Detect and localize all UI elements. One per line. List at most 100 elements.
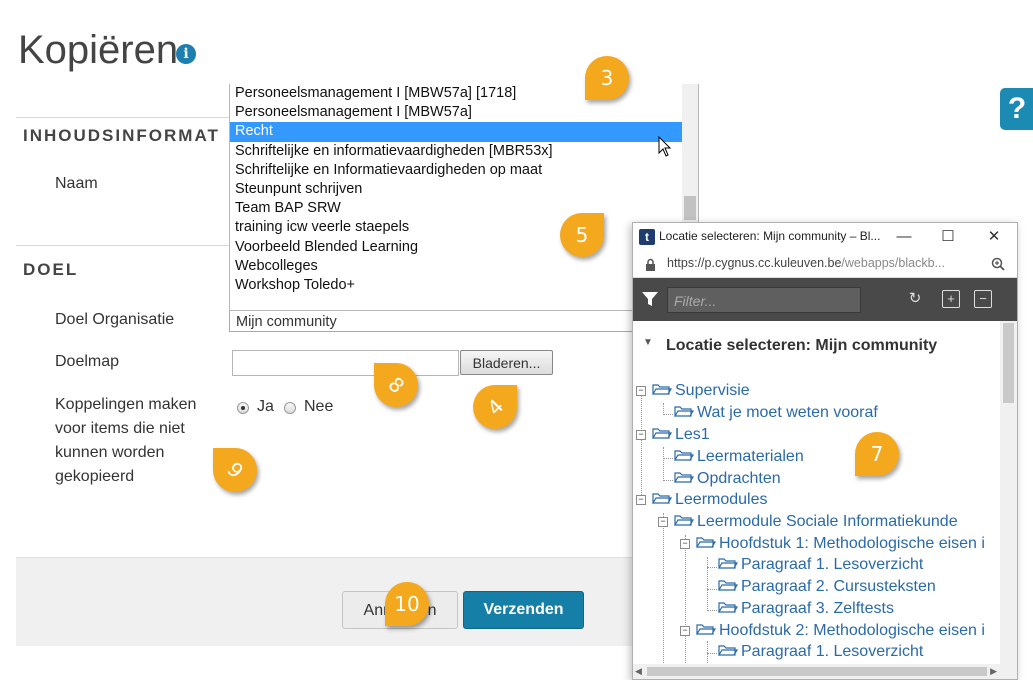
- filter-icon[interactable]: [642, 292, 658, 307]
- list-option[interactable]: Personeelsmanagement I [MBW57a] [1718]: [230, 84, 698, 103]
- close-icon[interactable]: ✕: [979, 226, 1009, 248]
- list-option[interactable]: training icw veerle staepels: [230, 218, 698, 237]
- list-option[interactable]: Personeelsmanagement I [MBW57a]: [230, 103, 698, 122]
- radio-no-label: Nee: [304, 398, 334, 415]
- folder-icon: [652, 428, 672, 439]
- popup-vertical-scroll-thumb[interactable]: [1003, 323, 1014, 403]
- maximize-icon[interactable]: ☐: [933, 226, 963, 248]
- tree-item[interactable]: Hoofdstuk 2: Methodologische eisen i: [696, 621, 985, 641]
- popup-horizontal-scroll-thumb[interactable]: [647, 667, 987, 676]
- radio-yes-label: Ja: [257, 398, 274, 415]
- tree-line: [707, 653, 717, 654]
- tree-item[interactable]: Paragraaf 3. Zelftests: [718, 599, 894, 619]
- list-option[interactable]: Team BAP SRW: [230, 199, 698, 218]
- url-host: https://p.cygnus.cc.kuleuven.be: [667, 256, 842, 270]
- lock-icon: [646, 258, 655, 271]
- submit-button[interactable]: Verzenden: [463, 591, 584, 629]
- divider: [16, 117, 231, 118]
- callout-badge: 8: [374, 363, 418, 407]
- expand-all-icon[interactable]: +: [942, 290, 960, 308]
- tree-item-label: Leermodule Sociale Informatiekunde: [697, 513, 958, 530]
- list-option-selected[interactable]: Recht: [230, 122, 698, 142]
- folder-label: Doelmap: [55, 353, 120, 370]
- folder-icon: [718, 558, 738, 569]
- radio-no[interactable]: [284, 402, 296, 414]
- tree-item[interactable]: Leermodule Sociale Informatiekunde: [674, 512, 958, 532]
- tree-item[interactable]: Paragraaf 1. Lesoverzicht: [718, 642, 923, 662]
- popup-toolbar: Filter... ↻ + −: [633, 278, 1017, 321]
- tree-line: [707, 589, 717, 590]
- filter-input[interactable]: Filter...: [667, 287, 861, 313]
- tree-toggle[interactable]: −: [636, 495, 646, 505]
- scroll-right-icon[interactable]: ▶: [990, 666, 997, 677]
- refresh-icon[interactable]: ↻: [906, 290, 924, 308]
- list-option[interactable]: Schriftelijke en Informatievaardigheden …: [230, 161, 698, 180]
- tree-line: [707, 610, 717, 611]
- tree-line: [707, 557, 708, 611]
- tree-item-label: Wat je moet weten vooraf: [697, 404, 878, 421]
- tree-toggle[interactable]: −: [636, 430, 646, 440]
- heading-caret-icon[interactable]: ▼: [643, 337, 653, 348]
- links-label-line: kunnen worden: [55, 444, 165, 461]
- tree-item[interactable]: Supervisie: [652, 381, 750, 401]
- links-label: Koppelingen maken voor items die niet ku…: [55, 393, 196, 489]
- list-option[interactable]: Workshop Toledo+: [230, 276, 698, 295]
- minimize-icon[interactable]: —: [889, 226, 919, 248]
- tree-item-label: Paragraaf 1. Lesoverzicht: [741, 643, 924, 660]
- folder-icon: [696, 537, 716, 548]
- tree-toggle[interactable]: −: [636, 386, 646, 396]
- callout-number: 3: [600, 66, 614, 90]
- tree-line: [641, 391, 642, 501]
- course-listbox[interactable]: Personeelsmanagement I [MBW57a] [1718] P…: [229, 84, 699, 311]
- zoom-icon[interactable]: [991, 257, 1005, 271]
- tree-line: [707, 567, 717, 568]
- tree-line: [663, 447, 664, 481]
- links-label-line: voor items die niet: [55, 420, 185, 437]
- tree-item[interactable]: Paragraaf 2. Cursusteksten: [718, 577, 936, 597]
- location-popup-window[interactable]: t Locatie selecteren: Mijn community – B…: [632, 222, 1018, 680]
- callout-number: 4: [482, 394, 508, 420]
- folder-icon: [674, 406, 694, 417]
- radio-yes[interactable]: [237, 402, 249, 414]
- tree-item[interactable]: Paragraaf 1. Lesoverzicht: [718, 555, 923, 575]
- tree-line: [663, 513, 664, 663]
- page-title: Kopiëren: [18, 28, 179, 72]
- tree-item[interactable]: Wat je moet weten vooraf: [674, 403, 878, 423]
- org-select[interactable]: Mijn community: [229, 310, 639, 332]
- list-option[interactable]: Steunpunt schrijven: [230, 180, 698, 199]
- url-path: /webapps/blackb...: [841, 256, 945, 270]
- tree-toggle[interactable]: −: [680, 626, 690, 636]
- section-title-target: DOEL: [23, 260, 79, 279]
- callout-badge: 4: [473, 385, 517, 429]
- tree-item[interactable]: Les1: [652, 425, 710, 445]
- tree-item[interactable]: Opdrachten: [674, 469, 781, 489]
- info-icon[interactable]: i: [176, 44, 196, 64]
- folder-icon: [696, 624, 716, 635]
- folder-icon: [674, 515, 694, 526]
- callout-number: 10: [394, 592, 420, 616]
- org-label: Doel Organisatie: [55, 311, 175, 328]
- collapse-all-icon[interactable]: −: [974, 290, 992, 308]
- tree-item[interactable]: Leermodules: [652, 490, 768, 510]
- folder-icon: [674, 450, 694, 461]
- tree-item-label: Leermodules: [675, 491, 768, 508]
- popup-urlbar[interactable]: https://p.cygnus.cc.kuleuven.be/webapps/…: [633, 251, 1017, 278]
- list-option[interactable]: Webcolleges: [230, 257, 698, 276]
- tree-toggle[interactable]: −: [680, 539, 690, 549]
- scroll-left-icon[interactable]: ◀: [635, 666, 642, 677]
- popup-titlebar[interactable]: t Locatie selecteren: Mijn community – B…: [633, 223, 1017, 251]
- tree-item[interactable]: Hoofdstuk 1: Methodologische eisen i: [696, 534, 985, 554]
- help-icon[interactable]: ?: [1000, 88, 1033, 130]
- callout-number: 8: [383, 372, 409, 398]
- popup-vertical-scrollbar[interactable]: [1000, 321, 1017, 666]
- list-option[interactable]: Schriftelijke en informatievaardigheden …: [230, 142, 698, 161]
- list-option[interactable]: Voorbeeld Blended Learning: [230, 238, 698, 257]
- browse-button[interactable]: Bladeren...: [460, 350, 553, 375]
- doelmap-input[interactable]: [232, 350, 459, 376]
- tree-item-label: Hoofdstuk 1: Methodologische eisen i: [719, 535, 985, 552]
- tree-toggle[interactable]: −: [658, 517, 668, 527]
- tree-item[interactable]: Leermaterialen: [674, 447, 804, 467]
- tree-line: [707, 641, 708, 663]
- callout-number: 9: [222, 457, 248, 483]
- listbox-scroll-thumb[interactable]: [684, 196, 696, 220]
